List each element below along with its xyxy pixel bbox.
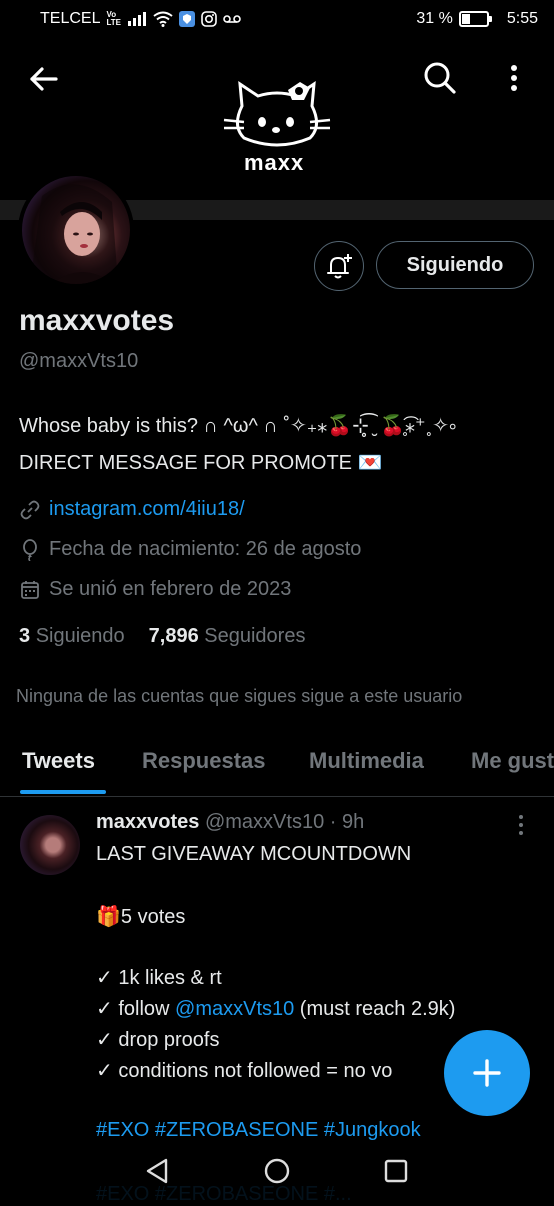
tweet-line-6: ✓ conditions not followed = no vo [96, 1060, 393, 1082]
website-row: instagram.com/4iiu18/ [19, 498, 245, 521]
website-link[interactable]: instagram.com/4iiu18/ [49, 498, 245, 521]
plus-icon [473, 1059, 501, 1087]
joined-text: Se unió en febrero de 2023 [49, 578, 292, 600]
tweet-author-handle: @maxxVts10 [204, 811, 325, 833]
tab-media[interactable]: Multimedia [309, 748, 424, 774]
following-label: Siguiendo [35, 625, 125, 647]
back-button[interactable] [26, 62, 66, 102]
wifi-icon [153, 11, 173, 27]
tab-replies[interactable]: Respuestas [142, 748, 266, 774]
joined-row: Se unió en febrero de 2023 [19, 578, 291, 601]
profile-handle: @maxxVts10 [19, 350, 139, 372]
carrier-label: TELCEL [40, 10, 101, 27]
tweet-header: maxxvotes @maxxVts10 · 9h [96, 811, 364, 834]
signal-icon [127, 12, 146, 26]
tweet-hashtags[interactable]: #EXO #ZEROBASEONE #Jungkook [96, 1119, 421, 1142]
tab-likes[interactable]: Me gust [471, 748, 554, 774]
tweet-line-4: ✓ follow @maxxVts10 (must reach 2.9k) [96, 996, 455, 1021]
compose-tweet-button[interactable] [444, 1030, 530, 1116]
tweet-line-3: ✓ 1k likes & rt [96, 967, 222, 989]
tweet-line-5: ✓ drop proofs [96, 1029, 220, 1051]
search-icon [424, 62, 456, 94]
battery-icon [458, 11, 492, 27]
status-bar: TELCEL Vo LTE 31 % 5:55 [0, 0, 554, 40]
nav-recents-icon[interactable] [382, 1157, 410, 1185]
profile-tabs: Tweets Respuestas Multimedia Me gust [0, 730, 554, 797]
shield-icon [178, 11, 195, 27]
tweet-line-4-post: (must reach 2.9k) [294, 998, 456, 1020]
active-tab-indicator [20, 790, 106, 794]
birthday-text: Fecha de nacimiento: 26 de agosto [49, 538, 362, 560]
avatar-photo [30, 184, 118, 284]
tweet-mention[interactable]: @maxxVts10 [175, 998, 294, 1020]
avatar[interactable] [22, 176, 130, 284]
arrow-left-icon [30, 67, 58, 91]
tweet-line-1: LAST GIVEAWAY MCOUNTDOWN [96, 843, 412, 865]
tweet-more-icon[interactable] [516, 813, 526, 837]
nav-back-icon[interactable] [144, 1157, 172, 1185]
voicemail-icon [223, 15, 241, 23]
bio-line-2: DIRECT MESSAGE FOR PROMOTE 💌 [19, 452, 383, 474]
instagram-icon [201, 11, 217, 27]
tab-tweets[interactable]: Tweets [22, 748, 95, 774]
bell-plus-icon [327, 254, 352, 279]
calendar-icon [19, 579, 41, 601]
birthday-row: Fecha de nacimiento: 26 de agosto [19, 538, 361, 561]
follow-counts: 3 Siguiendo 7,896 Seguidores [19, 625, 305, 648]
clock: 5:55 [506, 10, 538, 27]
following-count: 3 [19, 625, 31, 647]
following-button[interactable]: Siguiendo [376, 241, 534, 289]
banner-name: maxx [244, 150, 305, 175]
followers-count: 7,896 [148, 625, 199, 647]
tweet-author-name[interactable]: maxxvotes [96, 811, 199, 833]
notifications-button[interactable] [314, 241, 364, 291]
tweet-time: · 9h [329, 811, 365, 833]
nav-home-icon[interactable] [263, 1157, 291, 1185]
profile-avatar-frame[interactable] [18, 172, 134, 288]
search-button[interactable] [422, 60, 462, 100]
balloon-icon [19, 538, 41, 561]
battery-percent: 31 % [416, 10, 453, 27]
more-vertical-icon [511, 65, 517, 91]
status-left: TELCEL Vo LTE [40, 10, 241, 28]
display-name: maxxvotes [19, 304, 175, 337]
status-right: 31 % 5:55 [416, 10, 538, 28]
following-count-link[interactable]: 3 Siguiendo [19, 625, 125, 648]
volte-indicator: Vo LTE [106, 11, 121, 27]
followers-label: Seguidores [204, 625, 306, 647]
system-navigation-bar [0, 1142, 554, 1200]
tweet-line-2: 🎁5 votes [96, 906, 186, 928]
tweet-avatar[interactable] [20, 815, 80, 875]
followers-you-know-note: Ninguna de las cuentas que sigues sigue … [16, 686, 463, 706]
tweet-line-4-pre: ✓ follow [96, 998, 176, 1020]
followers-count-link[interactable]: 7,896 Seguidores [149, 625, 306, 648]
more-options-button[interactable] [500, 60, 528, 100]
tweet[interactable]: maxxvotes @maxxVts10 · 9h LAST GIVEAWAY … [0, 797, 554, 1205]
link-icon [19, 499, 41, 521]
volte-bottom: LTE [106, 18, 121, 27]
